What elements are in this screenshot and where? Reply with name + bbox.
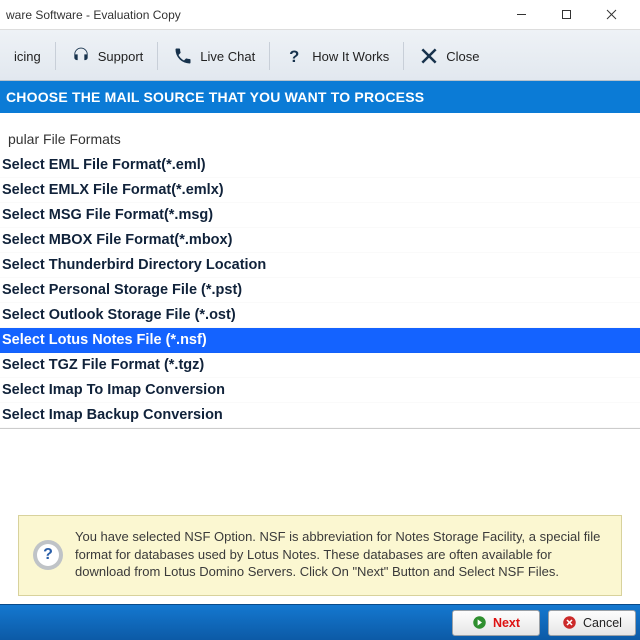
section-label: pular File Formats (0, 113, 640, 153)
info-icon: ? (33, 540, 63, 570)
info-text: You have selected NSF Option. NSF is abb… (75, 528, 607, 581)
format-row[interactable]: Select TGZ File Format (*.tgz) (0, 353, 640, 378)
maximize-button[interactable] (544, 0, 589, 29)
phone-icon (172, 45, 194, 67)
pricing-button[interactable]: icing (0, 42, 56, 70)
format-row[interactable]: Select EML File Format(*.eml) (0, 153, 640, 178)
cancel-button[interactable]: Cancel (548, 610, 636, 636)
window-close-button[interactable] (589, 0, 634, 29)
format-row[interactable]: Select Imap To Imap Conversion (0, 378, 640, 403)
arrow-right-icon (472, 615, 487, 630)
format-row[interactable]: Select MSG File Format(*.msg) (0, 203, 640, 228)
live-chat-button[interactable]: Live Chat (158, 42, 270, 70)
question-icon: ? (284, 45, 306, 67)
titlebar: ware Software - Evaluation Copy (0, 0, 640, 30)
app-window: ware Software - Evaluation Copy icing Su… (0, 0, 640, 640)
format-row[interactable]: Select EMLX File Format(*.emlx) (0, 178, 640, 203)
close-icon (418, 45, 440, 67)
headset-icon (70, 45, 92, 67)
format-row[interactable]: Select Imap Backup Conversion (0, 403, 640, 428)
toolbar: icing Support Live Chat ? How It Works (0, 30, 640, 81)
format-row[interactable]: Select Outlook Storage File (*.ost) (0, 303, 640, 328)
page-headline: CHOOSE THE MAIL SOURCE THAT YOU WANT TO … (0, 81, 640, 113)
close-label: Close (446, 49, 479, 64)
minimize-button[interactable] (499, 0, 544, 29)
format-row[interactable]: Select MBOX File Format(*.mbox) (0, 228, 640, 253)
how-it-works-button[interactable]: ? How It Works (270, 42, 404, 70)
svg-text:?: ? (289, 47, 299, 66)
format-row[interactable]: Select Lotus Notes File (*.nsf) (0, 328, 640, 353)
footer-bar: Next Cancel (0, 604, 640, 640)
support-label: Support (98, 49, 144, 64)
support-button[interactable]: Support (56, 42, 159, 70)
info-panel: ? You have selected NSF Option. NSF is a… (18, 515, 622, 596)
next-button[interactable]: Next (452, 610, 540, 636)
pricing-label: icing (14, 49, 41, 64)
format-row[interactable]: Select Thunderbird Directory Location (0, 253, 640, 278)
how-it-works-label: How It Works (312, 49, 389, 64)
format-list: Select EML File Format(*.eml)Select EMLX… (0, 153, 640, 429)
format-row[interactable]: Select Personal Storage File (*.pst) (0, 278, 640, 303)
live-chat-label: Live Chat (200, 49, 255, 64)
next-label: Next (493, 616, 520, 630)
close-button[interactable]: Close (404, 42, 493, 70)
cancel-label: Cancel (583, 616, 622, 630)
window-title: ware Software - Evaluation Copy (6, 8, 181, 22)
cancel-icon (562, 615, 577, 630)
